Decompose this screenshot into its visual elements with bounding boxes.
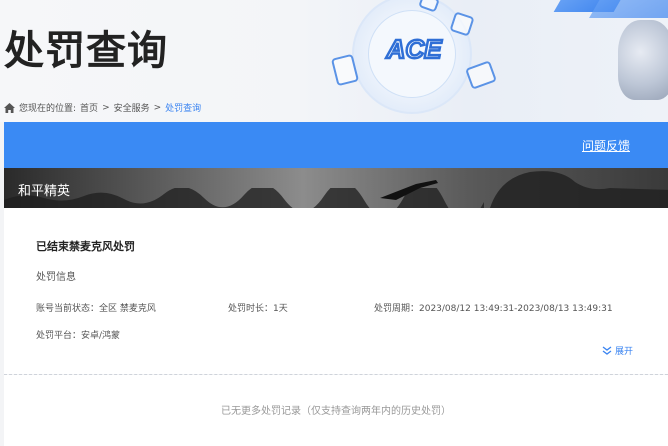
- rifle-silhouette-icon: [380, 180, 438, 200]
- breadcrumb-current: 处罚查询: [165, 104, 202, 114]
- footer-area: 已无更多处罚记录（仅支持查询两年内的历史处罚）: [4, 375, 668, 446]
- breadcrumb-separator: >: [153, 102, 162, 113]
- statue-decoration: [618, 20, 668, 100]
- penalty-period: 处罚周期：2023/08/12 13:49:31-2023/08/13 13:4…: [374, 304, 613, 314]
- double-chevron-down-icon: [602, 346, 612, 355]
- penalty-platform: 处罚平台：安卓/鸿蒙: [36, 331, 121, 341]
- breadcrumb: 您现在的位置: 首页 > 安全服务 > 处罚查询: [4, 101, 201, 114]
- breadcrumb-security-service[interactable]: 安全服务: [114, 101, 150, 114]
- breadcrumb-separator: >: [102, 102, 110, 113]
- ace-logo-icon: ACE: [384, 33, 443, 66]
- no-more-records-text: 已无更多处罚记录（仅支持查询两年内的历史处罚）: [221, 406, 451, 417]
- breadcrumb-prefix: 您现在的位置:: [19, 104, 77, 114]
- expand-label: 展开: [615, 347, 634, 357]
- expand-button[interactable]: 展开: [602, 344, 633, 357]
- section-label: 处罚信息: [36, 272, 76, 283]
- game-banner: 和平精英: [4, 168, 668, 208]
- penalty-duration: 处罚时长：1天: [228, 304, 288, 314]
- svg-text:ACE: ACE: [386, 34, 443, 64]
- penalty-record-card: 已结束禁麦克风处罚 处罚信息 账号当前状态：全区 禁麦克风 处罚时长：1天 处罚…: [4, 208, 668, 374]
- page-title: 处罚查询: [4, 28, 168, 74]
- breadcrumb-home[interactable]: 首页: [80, 101, 98, 114]
- soldier-silhouette-icon: [490, 171, 668, 208]
- feedback-link[interactable]: 问题反馈: [582, 137, 630, 154]
- game-name: 和平精英: [18, 184, 71, 199]
- home-icon: [4, 102, 15, 113]
- decorative-stripe: [589, 0, 668, 18]
- account-status: 账号当前状态：全区 禁麦克风: [36, 304, 156, 314]
- record-title: 已结束禁麦克风处罚: [36, 240, 135, 253]
- action-bar: 问题反馈: [4, 122, 668, 168]
